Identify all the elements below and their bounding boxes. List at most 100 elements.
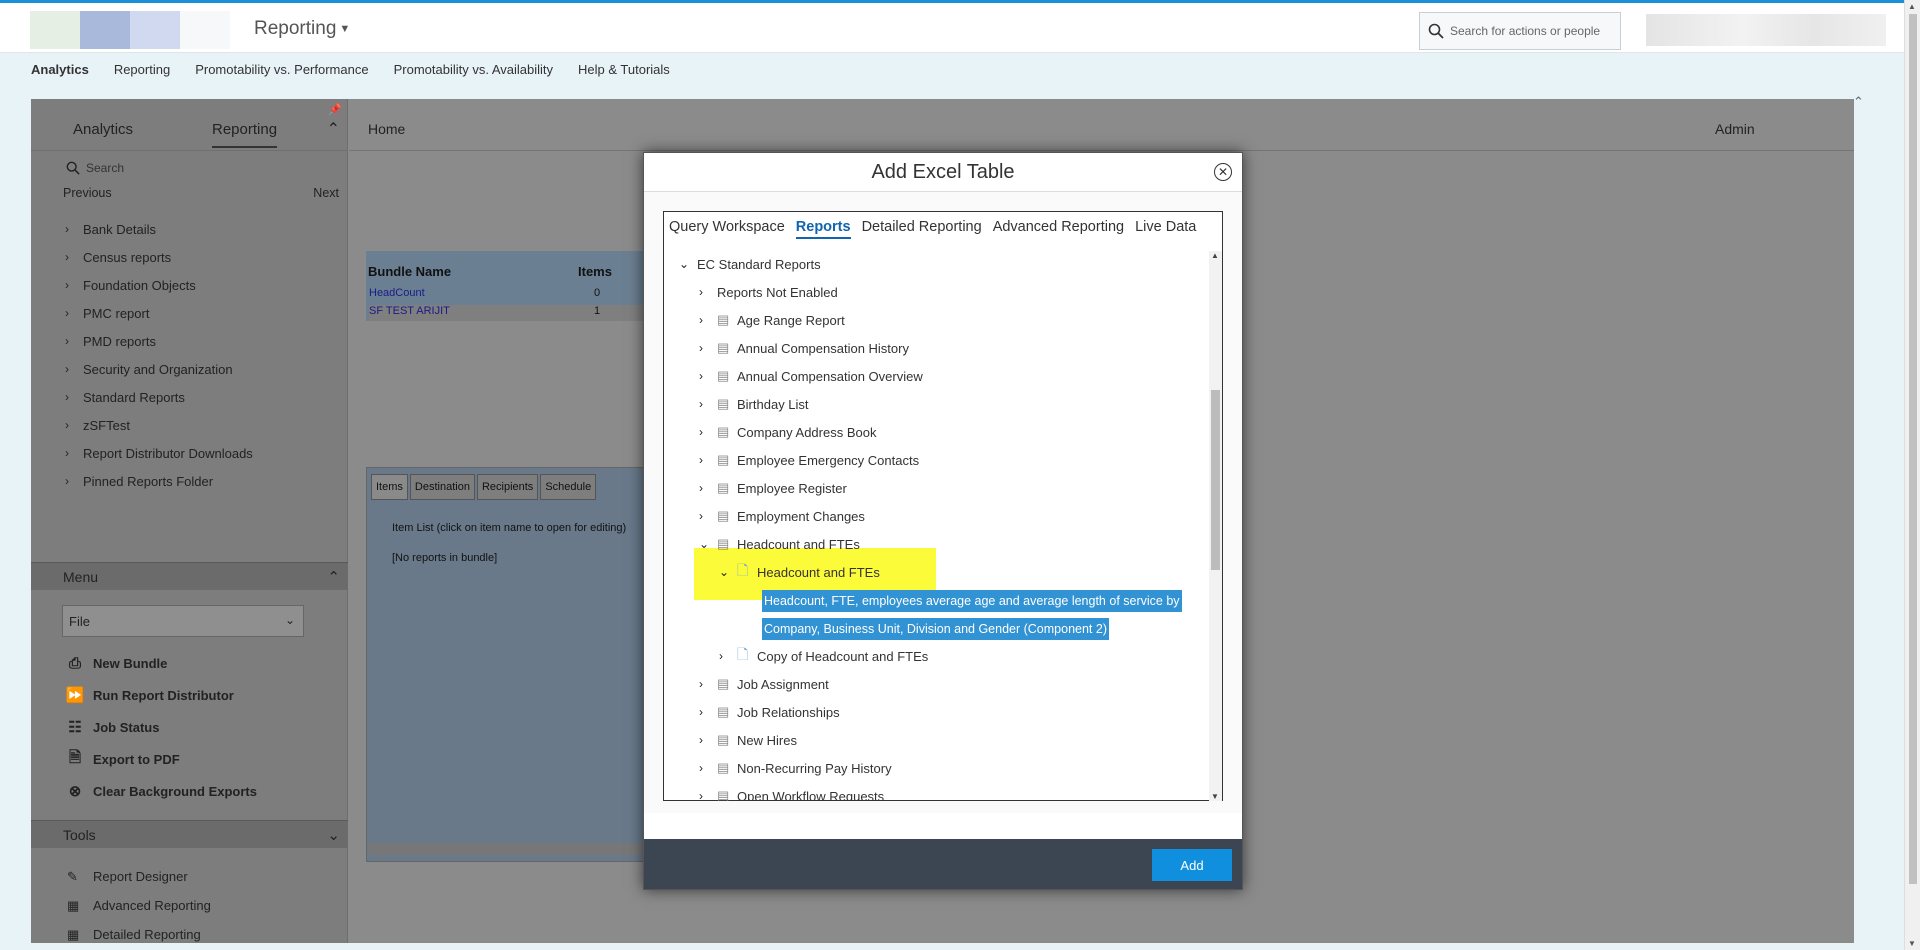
nav-analytics[interactable]: Analytics: [31, 62, 89, 77]
chevron-right-icon[interactable]: ›: [699, 369, 717, 383]
menu-select[interactable]: File ⌄: [62, 605, 304, 637]
pin-icon[interactable]: 📌: [328, 103, 342, 116]
tab-reports[interactable]: Reports: [795, 219, 851, 239]
chevron-right-icon[interactable]: ›: [719, 649, 737, 663]
sidebar-folder[interactable]: › Security and Organization: [65, 355, 253, 383]
sidebar-folder[interactable]: › Bank Details: [65, 215, 253, 243]
nav-reporting[interactable]: Reporting: [114, 62, 170, 77]
tools-panel-header[interactable]: Tools ⌄: [31, 820, 348, 848]
job-status-button[interactable]: ☷ Job Status: [63, 711, 257, 743]
tree-node-expanded-child[interactable]: ⌄ 🗋 Headcount and FTEs: [719, 558, 880, 586]
tab-advanced-reporting[interactable]: Advanced Reporting: [993, 219, 1124, 239]
sidebar-folder[interactable]: › Standard Reports: [65, 383, 253, 411]
chevron-down-icon[interactable]: ⌄: [699, 537, 717, 551]
chevron-right-icon[interactable]: ›: [699, 341, 717, 355]
tree-node-report[interactable]: › ▤ Employment Changes: [699, 502, 865, 530]
tree-node-report[interactable]: › ▤ Company Address Book: [699, 418, 876, 446]
chevron-right-icon[interactable]: ›: [699, 677, 717, 691]
tree-node-report[interactable]: › ▤ Age Range Report: [699, 306, 845, 334]
next-link[interactable]: Next: [313, 186, 339, 200]
chevron-right-icon[interactable]: ›: [699, 789, 717, 801]
clear-background-exports-button[interactable]: ⊗ Clear Background Exports: [63, 775, 257, 807]
collapse-up-icon[interactable]: ⌃: [327, 119, 340, 139]
scroll-up-icon[interactable]: ⌃: [1853, 94, 1864, 110]
tree-node-report[interactable]: › ▤ Job Assignment: [699, 670, 829, 698]
chevron-down-icon[interactable]: ⌄: [679, 257, 697, 271]
tab-recipients[interactable]: Recipients: [476, 474, 539, 500]
tree-node-root[interactable]: ⌄ EC Standard Reports: [679, 251, 821, 278]
tree-node-report[interactable]: › ▤ Job Relationships: [699, 698, 840, 726]
scroll-up-arrow-icon[interactable]: ▲: [1211, 251, 1219, 260]
sidebar-folder[interactable]: › Pinned Reports Folder: [65, 467, 253, 495]
sidebar-folder[interactable]: › PMD reports: [65, 327, 253, 355]
chevron-right-icon[interactable]: ›: [699, 285, 717, 299]
tree-node-expanded[interactable]: ⌄ ▤ Headcount and FTEs: [699, 530, 860, 558]
scrollbar-thumb[interactable]: [1211, 390, 1220, 570]
admin-link[interactable]: Admin: [1715, 121, 1755, 137]
tab-destination[interactable]: Destination: [409, 474, 475, 500]
tree-node-report[interactable]: › ▤ Non-Recurring Pay History: [699, 754, 892, 782]
chevron-right-icon[interactable]: ›: [699, 509, 717, 523]
app-switcher[interactable]: Reporting ▼: [254, 18, 350, 40]
tree-scrollbar[interactable]: ▲ ▼: [1209, 251, 1222, 801]
sidebar-folder[interactable]: › zSFTest: [65, 411, 253, 439]
tree-node-report[interactable]: › ▤ Employee Register: [699, 474, 847, 502]
tree-node-copy[interactable]: › 🗋 Copy of Headcount and FTEs: [719, 642, 928, 670]
tree-node-report[interactable]: › ▤ Annual Compensation History: [699, 334, 909, 362]
tab-query-workspace[interactable]: Query Workspace: [669, 219, 785, 239]
tab-analytics[interactable]: Analytics: [73, 121, 133, 138]
scrollbar-thumb[interactable]: [1909, 14, 1917, 884]
chevron-right-icon[interactable]: ›: [699, 481, 717, 495]
tab-live-data[interactable]: Live Data: [1135, 219, 1196, 239]
menu-panel-header[interactable]: Menu ⌃: [31, 562, 348, 590]
chevron-right-icon[interactable]: ›: [699, 733, 717, 747]
tree-node-report[interactable]: › ▤ Employee Emergency Contacts: [699, 446, 919, 474]
add-button[interactable]: Add: [1152, 849, 1232, 881]
page-scrollbar[interactable]: ▲ ▼: [1904, 0, 1920, 950]
sidebar-search-input[interactable]: Search: [66, 161, 124, 175]
report-designer-link[interactable]: ✎ Report Designer: [67, 862, 211, 891]
scroll-up-arrow-icon[interactable]: ▲: [1908, 2, 1916, 11]
tab-detailed-reporting[interactable]: Detailed Reporting: [862, 219, 982, 239]
run-report-distributor-button[interactable]: ⏩ Run Report Distributor: [63, 679, 257, 711]
chevron-down-icon[interactable]: ⌄: [719, 565, 737, 579]
chevron-right-icon[interactable]: ›: [699, 705, 717, 719]
horizontal-scrollbar[interactable]: [369, 843, 659, 855]
sidebar-folder[interactable]: › Foundation Objects: [65, 271, 253, 299]
export-pdf-button[interactable]: 🗎 Export to PDF: [63, 743, 257, 775]
chevron-right-icon[interactable]: ›: [699, 397, 717, 411]
table-row[interactable]: HeadCount 0: [369, 287, 664, 303]
nav-promotability-availability[interactable]: Promotability vs. Availability: [394, 62, 553, 77]
tree-node-report[interactable]: › ▤ Birthday List: [699, 390, 809, 418]
close-icon[interactable]: ✕: [1214, 163, 1232, 181]
selected-component-line-2[interactable]: Company, Business Unit, Division and Gen…: [762, 618, 1109, 640]
chevron-right-icon[interactable]: ›: [699, 761, 717, 775]
expand-down-icon[interactable]: ⌄: [327, 826, 340, 844]
previous-link[interactable]: Previous: [63, 186, 112, 200]
chevron-right-icon[interactable]: ›: [699, 453, 717, 467]
sidebar-folder[interactable]: › Report Distributor Downloads: [65, 439, 253, 467]
tree-node-report[interactable]: › ▤ New Hires: [699, 726, 797, 754]
breadcrumb-home[interactable]: Home: [368, 121, 405, 137]
chevron-right-icon[interactable]: ›: [699, 313, 717, 327]
bundle-name[interactable]: HeadCount: [369, 287, 425, 299]
global-search-input[interactable]: Search for actions or people: [1419, 12, 1621, 50]
tab-schedule[interactable]: Schedule: [540, 474, 597, 500]
tree-node-report[interactable]: › ▤ Annual Compensation Overview: [699, 362, 923, 390]
tab-reporting[interactable]: Reporting: [212, 121, 278, 148]
scroll-down-arrow-icon[interactable]: ▼: [1908, 939, 1916, 948]
user-menu[interactable]: [1646, 14, 1886, 46]
tree-node-folder[interactable]: › Reports Not Enabled: [699, 278, 838, 306]
sidebar-folder[interactable]: › Census reports: [65, 243, 253, 271]
scroll-down-arrow-icon[interactable]: ▼: [1211, 792, 1219, 801]
nav-help-tutorials[interactable]: Help & Tutorials: [578, 62, 670, 77]
tree-node-report[interactable]: › ▤ Open Workflow Requests: [699, 782, 884, 801]
sidebar-folder[interactable]: › PMC report: [65, 299, 253, 327]
advanced-reporting-link[interactable]: ▦ Advanced Reporting: [67, 891, 211, 920]
chevron-right-icon[interactable]: ›: [699, 425, 717, 439]
selected-component-line-1[interactable]: Headcount, FTE, employees average age an…: [762, 590, 1182, 612]
new-bundle-button[interactable]: ⎙ New Bundle: [63, 647, 257, 679]
detailed-reporting-link[interactable]: ▦ Detailed Reporting: [67, 920, 211, 949]
table-row[interactable]: SF TEST ARIJIT 1: [369, 305, 664, 321]
collapse-up-icon[interactable]: ⌃: [327, 568, 340, 586]
